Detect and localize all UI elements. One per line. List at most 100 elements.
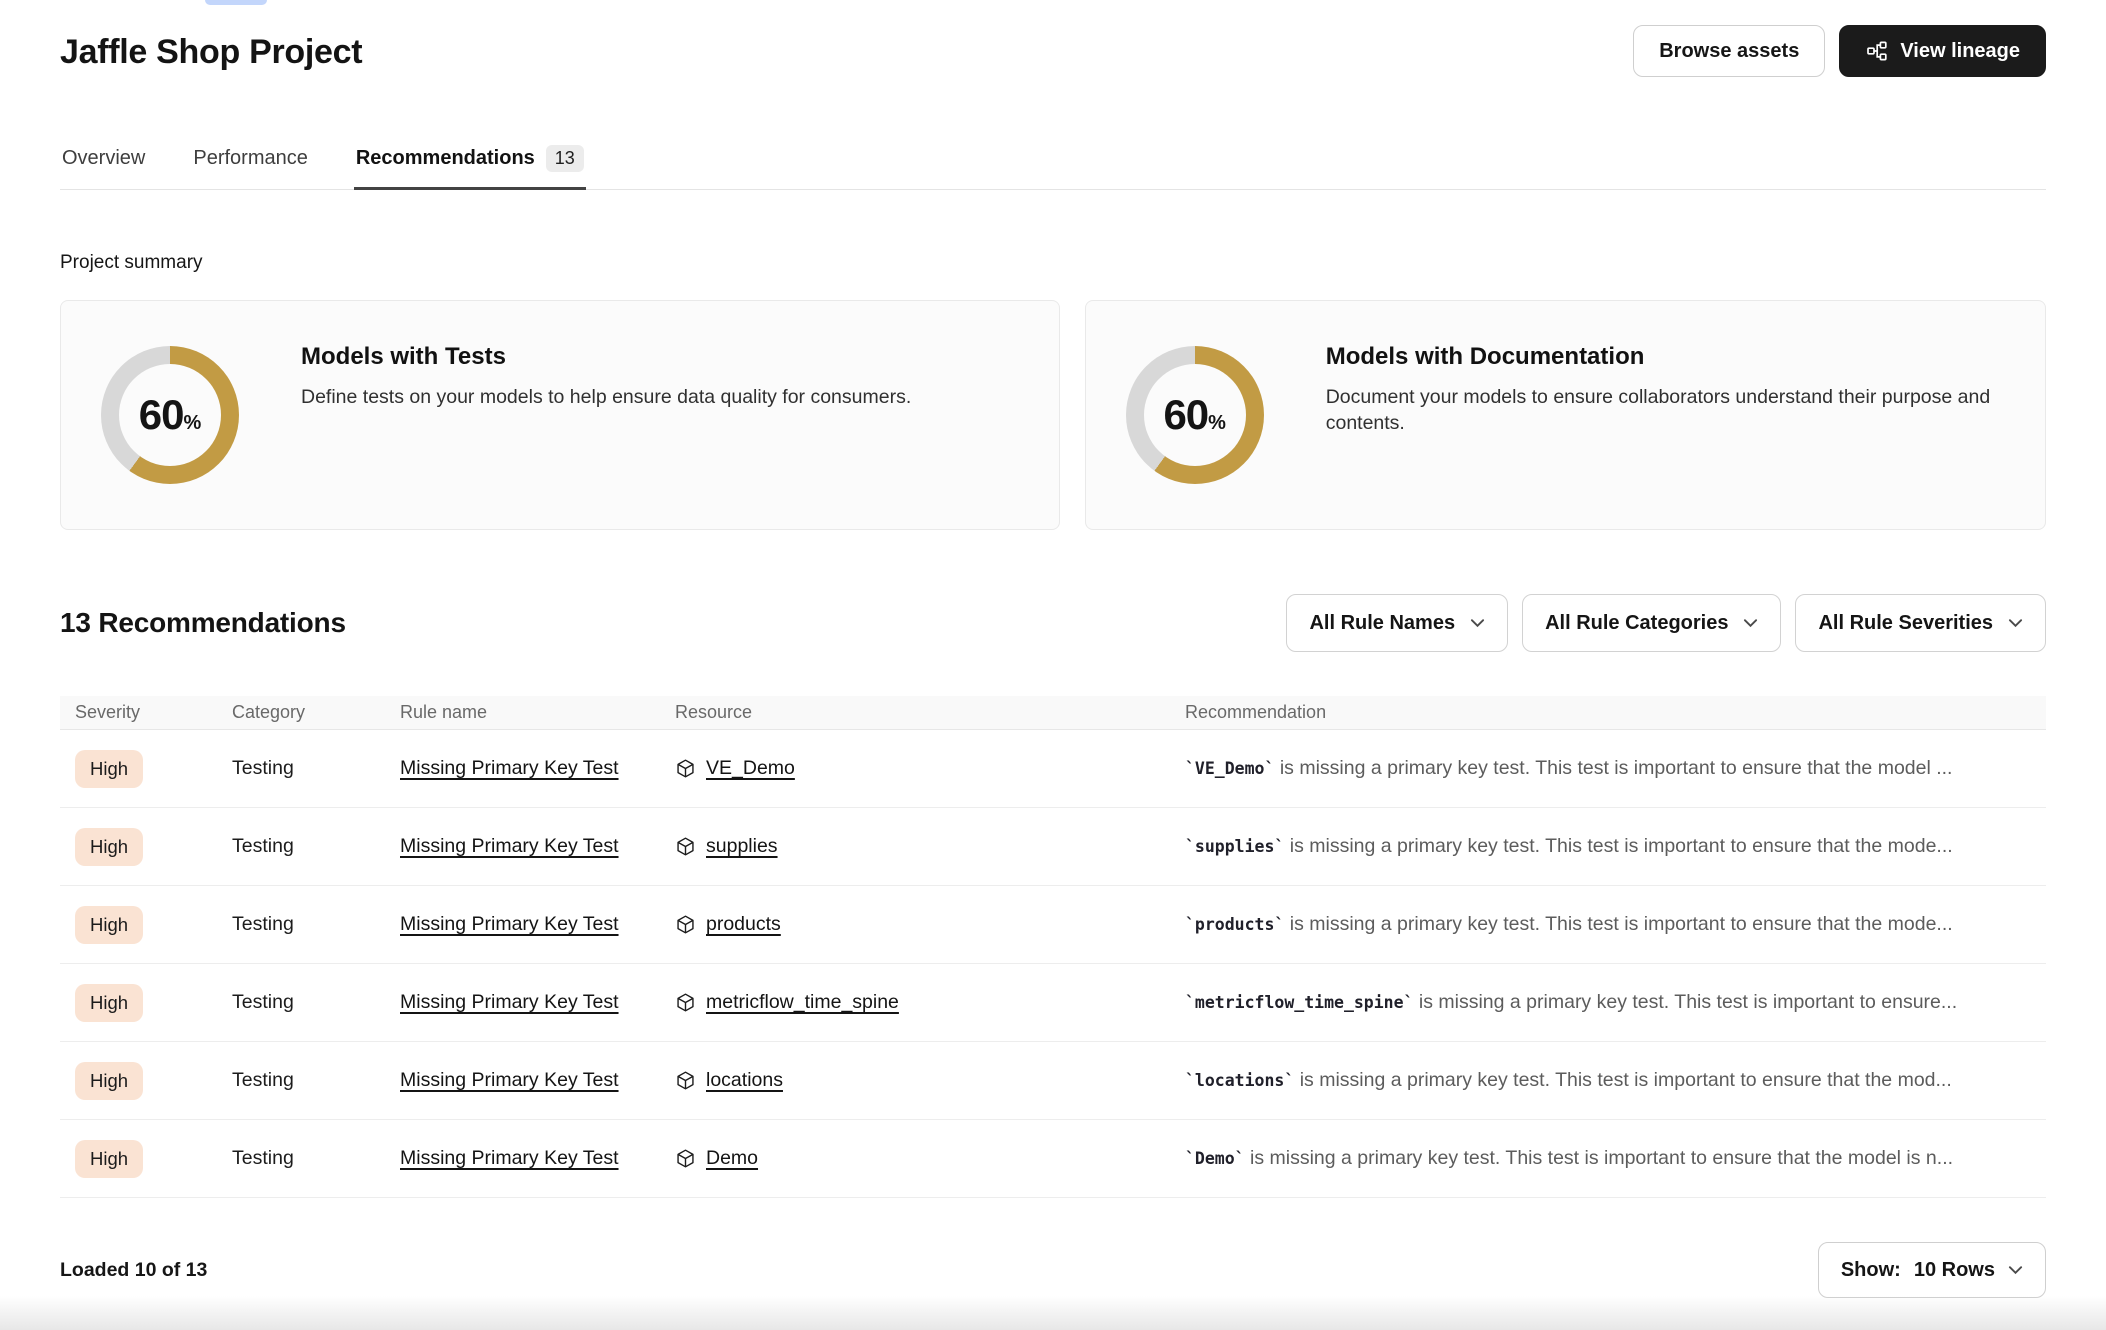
recommendation-cell: `metricflow_time_spine` is missing a pri…: [1185, 991, 2046, 1014]
recommendation-model-code: `Demo`: [1185, 1149, 1245, 1168]
card-title: Models with Documentation: [1326, 343, 2005, 371]
recommendation-cell: `supplies` is missing a primary key test…: [1185, 835, 2046, 858]
recommendation-text: is missing a primary key test. This test…: [1294, 1069, 1951, 1091]
severity-badge: High: [75, 750, 143, 788]
models-with-documentation-card: 60 % Models with Documentation Document …: [1085, 300, 2046, 530]
rule-name-cell: Missing Primary Key Test: [400, 913, 675, 936]
rule-name-link[interactable]: Missing Primary Key Test: [400, 835, 619, 857]
resource-link[interactable]: Demo: [706, 1147, 758, 1170]
severity-cell: High: [75, 1062, 232, 1100]
column-header-category: Category: [232, 702, 400, 723]
category-cell: Testing: [232, 1069, 400, 1092]
loaded-count-text: Loaded 10 of 13: [60, 1259, 207, 1282]
recommendation-cell: `products` is missing a primary key test…: [1185, 913, 2046, 936]
recommendation-cell: `VE_Demo` is missing a primary key test.…: [1185, 757, 2046, 780]
resource-link[interactable]: metricflow_time_spine: [706, 991, 899, 1014]
donut-center-value: 60 %: [1163, 391, 1226, 439]
rule-categories-filter-label: All Rule Categories: [1545, 612, 1728, 635]
tab-recommendations-label: Recommendations: [356, 147, 535, 170]
summary-cards: 60 % Models with Tests Define tests on y…: [60, 300, 2046, 530]
resource-link[interactable]: VE_Demo: [706, 757, 795, 780]
top-cutoff-element: [205, 0, 267, 5]
rule-name-link[interactable]: Missing Primary Key Test: [400, 991, 619, 1013]
model-cube-icon: [675, 992, 696, 1013]
rule-categories-filter[interactable]: All Rule Categories: [1522, 594, 1781, 652]
table-footer: Loaded 10 of 13 Show: 10 Rows: [60, 1242, 2046, 1298]
rule-names-filter[interactable]: All Rule Names: [1286, 594, 1508, 652]
table-row: High Testing Missing Primary Key Test De…: [60, 1120, 2046, 1198]
view-lineage-button[interactable]: View lineage: [1839, 25, 2046, 77]
recommendations-header: 13 Recommendations All Rule Names All Ru…: [60, 594, 2046, 652]
chevron-down-icon: [2008, 618, 2023, 628]
browse-assets-button[interactable]: Browse assets: [1633, 25, 1825, 77]
rule-name-cell: Missing Primary Key Test: [400, 1069, 675, 1092]
recommendation-model-code: `VE_Demo`: [1185, 759, 1274, 778]
chevron-down-icon: [2008, 1265, 2023, 1275]
recommendation-text: is missing a primary key test. This test…: [1245, 1147, 1953, 1169]
tab-performance[interactable]: Performance: [191, 137, 310, 190]
tab-performance-label: Performance: [193, 147, 308, 170]
filter-bar: All Rule Names All Rule Categories All R…: [1286, 594, 2046, 652]
card-text: Models with Documentation Document your …: [1326, 301, 2005, 436]
table-body: High Testing Missing Primary Key Test VE…: [60, 730, 2046, 1198]
model-cube-icon: [675, 914, 696, 935]
column-header-rule-name: Rule name: [400, 702, 675, 723]
rule-name-link[interactable]: Missing Primary Key Test: [400, 757, 619, 779]
tab-recommendations[interactable]: Recommendations 13: [354, 137, 586, 190]
resource-cell: metricflow_time_spine: [675, 991, 1185, 1014]
table-row: High Testing Missing Primary Key Test pr…: [60, 886, 2046, 964]
model-cube-icon: [675, 1070, 696, 1091]
severity-badge: High: [75, 984, 143, 1022]
rule-severities-filter[interactable]: All Rule Severities: [1795, 594, 2046, 652]
rule-name-cell: Missing Primary Key Test: [400, 835, 675, 858]
resource-cell: locations: [675, 1069, 1185, 1092]
view-lineage-label: View lineage: [1900, 40, 2020, 63]
rule-name-cell: Missing Primary Key Test: [400, 757, 675, 780]
recommendations-table: Severity Category Rule name Resource Rec…: [60, 696, 2046, 1198]
model-cube-icon: [675, 836, 696, 857]
tab-overview[interactable]: Overview: [60, 137, 147, 190]
category-cell: Testing: [232, 757, 400, 780]
resource-cell: VE_Demo: [675, 757, 1185, 780]
category-cell: Testing: [232, 1147, 400, 1170]
show-label: Show:: [1841, 1259, 1901, 1282]
rows-value: 10 Rows: [1914, 1259, 1995, 1282]
recommendation-text: is missing a primary key test. This test…: [1413, 991, 1957, 1013]
recommendation-model-code: `supplies`: [1185, 837, 1284, 856]
recommendation-model-code: `products`: [1185, 915, 1284, 934]
rule-names-filter-label: All Rule Names: [1309, 612, 1455, 635]
rule-name-link[interactable]: Missing Primary Key Test: [400, 1147, 619, 1169]
resource-link[interactable]: products: [706, 913, 781, 936]
models-with-tests-card: 60 % Models with Tests Define tests on y…: [60, 300, 1060, 530]
page-title: Jaffle Shop Project: [60, 33, 362, 72]
rows-per-page-selector[interactable]: Show: 10 Rows: [1818, 1242, 2046, 1298]
resource-link[interactable]: supplies: [706, 835, 778, 858]
resource-link[interactable]: locations: [706, 1069, 783, 1092]
rule-name-cell: Missing Primary Key Test: [400, 1147, 675, 1170]
tab-bar: Overview Performance Recommendations 13: [60, 137, 2046, 190]
recommendations-heading: 13 Recommendations: [60, 607, 346, 639]
page-header: Jaffle Shop Project Browse assets View l…: [0, 0, 2106, 77]
rule-name-link[interactable]: Missing Primary Key Test: [400, 913, 619, 935]
tab-overview-label: Overview: [62, 147, 145, 170]
card-description: Document your models to ensure collabora…: [1326, 385, 2005, 436]
recommendations-count-badge: 13: [546, 145, 584, 172]
donut-center-value: 60 %: [139, 391, 202, 439]
chevron-down-icon: [1470, 618, 1485, 628]
recommendation-cell: `locations` is missing a primary key tes…: [1185, 1069, 2046, 1092]
severity-badge: High: [75, 828, 143, 866]
browse-assets-label: Browse assets: [1659, 40, 1799, 63]
bottom-scroll-fade: [0, 1296, 2106, 1330]
severity-cell: High: [75, 984, 232, 1022]
model-cube-icon: [675, 1148, 696, 1169]
rule-name-link[interactable]: Missing Primary Key Test: [400, 1069, 619, 1091]
card-title: Models with Tests: [301, 343, 911, 371]
severity-cell: High: [75, 750, 232, 788]
card-text: Models with Tests Define tests on your m…: [301, 301, 911, 411]
recommendation-text: is missing a primary key test. This test…: [1284, 913, 1952, 935]
table-row: High Testing Missing Primary Key Test me…: [60, 964, 2046, 1042]
chevron-down-icon: [1743, 618, 1758, 628]
column-header-severity: Severity: [75, 702, 232, 723]
category-cell: Testing: [232, 835, 400, 858]
recommendation-model-code: `metricflow_time_spine`: [1185, 993, 1413, 1012]
